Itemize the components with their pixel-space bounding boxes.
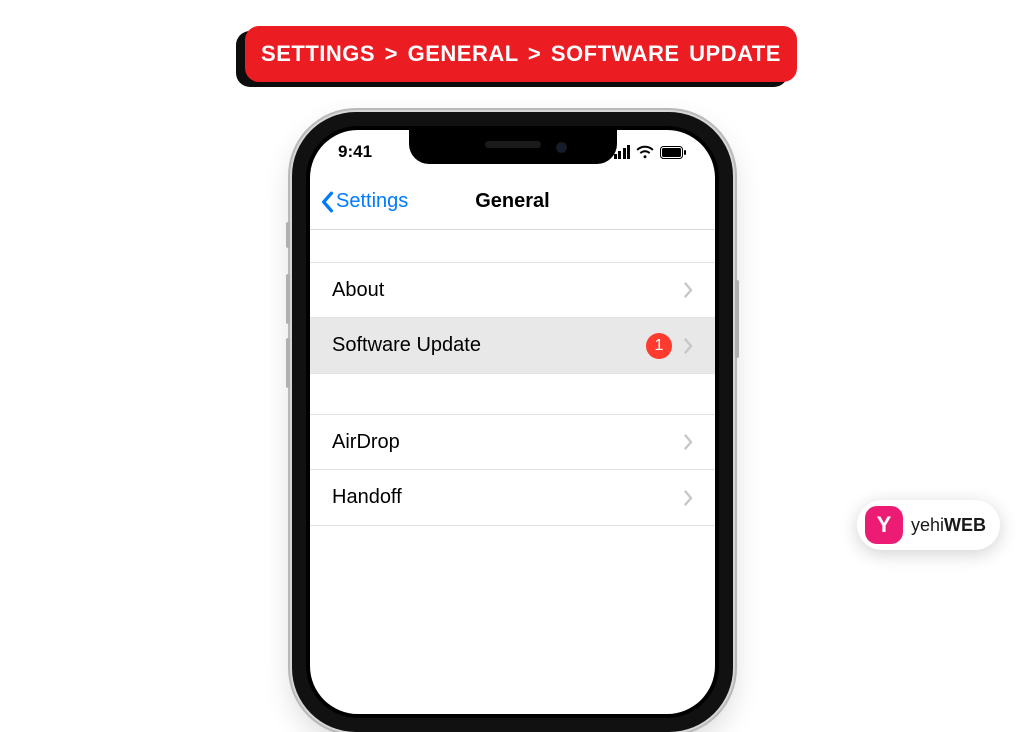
status-time: 9:41 <box>338 142 372 162</box>
watermark-logo: Y yehiWEB <box>857 500 1000 550</box>
chevron-right-icon <box>684 490 693 506</box>
speaker-grille <box>485 141 541 148</box>
breadcrumb-text: SETTINGS > GENERAL > SOFTWARE UPDATE <box>261 41 781 67</box>
list-item-handoff[interactable]: Handoff <box>310 470 715 526</box>
watermark-mark: Y <box>865 506 903 544</box>
volume-up-button <box>286 274 290 324</box>
list-item-label: AirDrop <box>332 431 400 454</box>
back-label: Settings <box>336 190 408 213</box>
back-button[interactable]: Settings <box>320 190 408 213</box>
phone-frame: 9:41 Settings General About <box>292 112 733 732</box>
battery-icon <box>660 146 687 159</box>
list-item-label: About <box>332 279 384 302</box>
list-item-airdrop[interactable]: AirDrop <box>310 414 715 470</box>
power-button <box>735 280 739 358</box>
volume-down-button <box>286 338 290 388</box>
front-camera <box>556 142 567 153</box>
chevron-right-icon <box>684 338 693 354</box>
list-item-software-update[interactable]: Software Update 1 <box>310 318 715 374</box>
section-gap <box>310 374 715 414</box>
navigation-bar: Settings General <box>310 174 715 230</box>
notification-badge: 1 <box>646 333 672 359</box>
list-item-label: Handoff <box>332 486 402 509</box>
phone-bezel: 9:41 Settings General About <box>306 126 719 718</box>
watermark-text: yehiWEB <box>911 515 986 536</box>
chevron-right-icon <box>684 434 693 450</box>
chevron-right-icon <box>684 282 693 298</box>
chevron-left-icon <box>320 191 334 213</box>
page-title: General <box>475 190 549 213</box>
phone-notch <box>409 130 617 164</box>
status-indicators <box>614 145 688 159</box>
breadcrumb-banner: SETTINGS > GENERAL > SOFTWARE UPDATE <box>245 26 797 82</box>
settings-list: About Software Update 1 AirDrop <box>310 262 715 526</box>
phone-screen: 9:41 Settings General About <box>310 130 715 714</box>
wifi-icon <box>636 145 654 159</box>
list-item-label: Software Update <box>332 334 481 357</box>
mute-switch <box>286 222 290 248</box>
list-item-about[interactable]: About <box>310 262 715 318</box>
